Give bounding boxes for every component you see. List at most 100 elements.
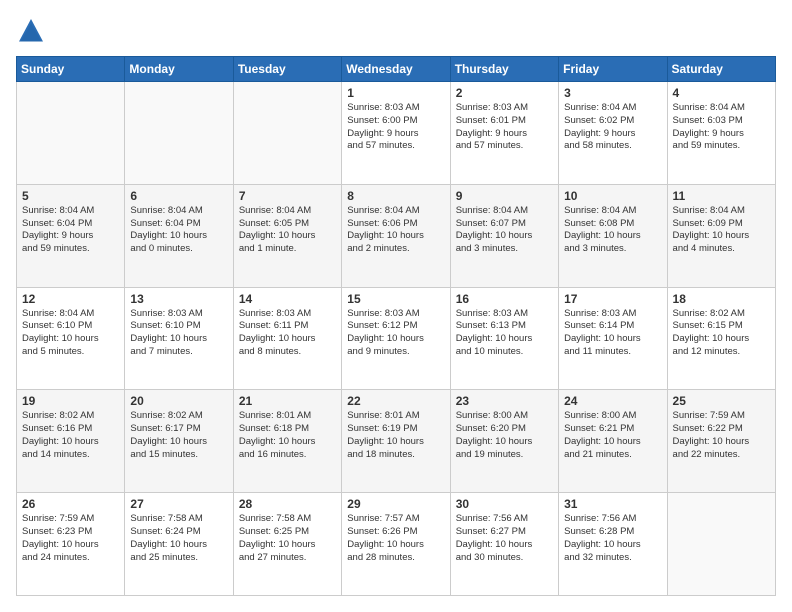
week-row-2: 5 Sunrise: 8:04 AM Sunset: 6:04 PM Daylig… [17,184,776,287]
day-info: Sunrise: 8:04 AM Sunset: 6:06 PM Dayligh… [347,205,444,256]
day-number: 26 [22,497,119,511]
day-cell: 4 Sunrise: 8:04 AM Sunset: 6:03 PM Daylig… [667,82,775,185]
day-info: Sunrise: 7:56 AM Sunset: 6:28 PM Dayligh… [564,513,661,564]
day-number: 5 [22,189,119,203]
day-cell: 2 Sunrise: 8:03 AM Sunset: 6:01 PM Daylig… [450,82,558,185]
day-info: Sunrise: 8:04 AM Sunset: 6:09 PM Dayligh… [673,205,770,256]
day-number: 16 [456,292,553,306]
day-info: Sunrise: 8:04 AM Sunset: 6:04 PM Dayligh… [130,205,227,256]
day-cell: 22 Sunrise: 8:01 AM Sunset: 6:19 PM Dayli… [342,390,450,493]
day-cell [17,82,125,185]
weekday-header-friday: Friday [559,57,667,82]
day-info: Sunrise: 8:03 AM Sunset: 6:11 PM Dayligh… [239,308,336,359]
day-cell: 25Sunrise: 7:59 AM Sunset: 6:22 PM Dayli… [667,390,775,493]
day-cell: 28 Sunrise: 7:58 AM Sunset: 6:25 PM Dayli… [233,493,341,596]
day-info: Sunrise: 8:03 AM Sunset: 6:12 PM Dayligh… [347,308,444,359]
day-number: 30 [456,497,553,511]
week-row-1: 1Sunrise: 8:03 AM Sunset: 6:00 PM Daylig… [17,82,776,185]
day-cell: 27 Sunrise: 7:58 AM Sunset: 6:24 PM Dayli… [125,493,233,596]
day-number: 17 [564,292,661,306]
day-cell [233,82,341,185]
day-number: 3 [564,86,661,100]
day-number: 23 [456,394,553,408]
page: SundayMondayTuesdayWednesdayThursdayFrid… [0,0,792,612]
day-info: Sunrise: 8:03 AM Sunset: 6:00 PM Dayligh… [347,102,444,153]
day-info: Sunrise: 8:04 AM Sunset: 6:05 PM Dayligh… [239,205,336,256]
day-cell: 21Sunrise: 8:01 AM Sunset: 6:18 PM Dayli… [233,390,341,493]
day-info: Sunrise: 8:00 AM Sunset: 6:20 PM Dayligh… [456,410,553,461]
day-cell: 15 Sunrise: 8:03 AM Sunset: 6:12 PM Dayli… [342,287,450,390]
day-info: Sunrise: 8:03 AM Sunset: 6:10 PM Dayligh… [130,308,227,359]
day-cell [667,493,775,596]
day-cell: 16 Sunrise: 8:03 AM Sunset: 6:13 PM Dayli… [450,287,558,390]
weekday-header-saturday: Saturday [667,57,775,82]
day-info: Sunrise: 8:03 AM Sunset: 6:13 PM Dayligh… [456,308,553,359]
day-info: Sunrise: 8:04 AM Sunset: 6:07 PM Dayligh… [456,205,553,256]
day-number: 14 [239,292,336,306]
day-number: 2 [456,86,553,100]
day-number: 15 [347,292,444,306]
day-cell: 5Sunrise: 8:04 AM Sunset: 6:04 PM Daylig… [17,184,125,287]
day-info: Sunrise: 8:00 AM Sunset: 6:21 PM Dayligh… [564,410,661,461]
day-cell: 20 Sunrise: 8:02 AM Sunset: 6:17 PM Dayli… [125,390,233,493]
weekday-header-wednesday: Wednesday [342,57,450,82]
weekday-header-thursday: Thursday [450,57,558,82]
day-cell: 9Sunrise: 8:04 AM Sunset: 6:07 PM Daylig… [450,184,558,287]
day-number: 6 [130,189,227,203]
day-info: Sunrise: 8:03 AM Sunset: 6:01 PM Dayligh… [456,102,553,153]
day-cell: 13Sunrise: 8:03 AM Sunset: 6:10 PM Dayli… [125,287,233,390]
day-info: Sunrise: 8:03 AM Sunset: 6:14 PM Dayligh… [564,308,661,359]
day-cell: 29Sunrise: 7:57 AM Sunset: 6:26 PM Dayli… [342,493,450,596]
day-info: Sunrise: 7:58 AM Sunset: 6:25 PM Dayligh… [239,513,336,564]
day-info: Sunrise: 8:02 AM Sunset: 6:15 PM Dayligh… [673,308,770,359]
day-info: Sunrise: 8:04 AM Sunset: 6:10 PM Dayligh… [22,308,119,359]
week-row-5: 26 Sunrise: 7:59 AM Sunset: 6:23 PM Dayli… [17,493,776,596]
week-row-3: 12 Sunrise: 8:04 AM Sunset: 6:10 PM Dayli… [17,287,776,390]
day-cell: 30 Sunrise: 7:56 AM Sunset: 6:27 PM Dayli… [450,493,558,596]
day-number: 25 [673,394,770,408]
day-number: 21 [239,394,336,408]
day-number: 10 [564,189,661,203]
day-cell: 17 Sunrise: 8:03 AM Sunset: 6:14 PM Dayli… [559,287,667,390]
day-info: Sunrise: 7:58 AM Sunset: 6:24 PM Dayligh… [130,513,227,564]
day-cell [125,82,233,185]
day-number: 29 [347,497,444,511]
day-number: 28 [239,497,336,511]
weekday-header-tuesday: Tuesday [233,57,341,82]
day-cell: 19Sunrise: 8:02 AM Sunset: 6:16 PM Dayli… [17,390,125,493]
day-cell: 10 Sunrise: 8:04 AM Sunset: 6:08 PM Dayli… [559,184,667,287]
day-cell: 7Sunrise: 8:04 AM Sunset: 6:05 PM Daylig… [233,184,341,287]
day-cell: 8 Sunrise: 8:04 AM Sunset: 6:06 PM Daylig… [342,184,450,287]
day-cell: 24Sunrise: 8:00 AM Sunset: 6:21 PM Dayli… [559,390,667,493]
day-info: Sunrise: 7:56 AM Sunset: 6:27 PM Dayligh… [456,513,553,564]
weekday-header-row: SundayMondayTuesdayWednesdayThursdayFrid… [17,57,776,82]
day-info: Sunrise: 8:02 AM Sunset: 6:17 PM Dayligh… [130,410,227,461]
day-info: Sunrise: 8:02 AM Sunset: 6:16 PM Dayligh… [22,410,119,461]
week-row-4: 19Sunrise: 8:02 AM Sunset: 6:16 PM Dayli… [17,390,776,493]
day-info: Sunrise: 8:04 AM Sunset: 6:03 PM Dayligh… [673,102,770,153]
day-cell: 12 Sunrise: 8:04 AM Sunset: 6:10 PM Dayli… [17,287,125,390]
calendar-table: SundayMondayTuesdayWednesdayThursdayFrid… [16,56,776,596]
day-cell: 18 Sunrise: 8:02 AM Sunset: 6:15 PM Dayli… [667,287,775,390]
day-cell: 26 Sunrise: 7:59 AM Sunset: 6:23 PM Dayli… [17,493,125,596]
day-cell: 3 Sunrise: 8:04 AM Sunset: 6:02 PM Daylig… [559,82,667,185]
weekday-header-sunday: Sunday [17,57,125,82]
day-number: 12 [22,292,119,306]
day-number: 27 [130,497,227,511]
day-info: Sunrise: 8:01 AM Sunset: 6:19 PM Dayligh… [347,410,444,461]
day-number: 22 [347,394,444,408]
day-number: 20 [130,394,227,408]
general-blue-logo-icon [16,16,46,46]
day-cell: 31 Sunrise: 7:56 AM Sunset: 6:28 PM Dayli… [559,493,667,596]
day-number: 31 [564,497,661,511]
day-number: 11 [673,189,770,203]
day-cell: 23 Sunrise: 8:00 AM Sunset: 6:20 PM Dayli… [450,390,558,493]
weekday-header-monday: Monday [125,57,233,82]
day-info: Sunrise: 8:04 AM Sunset: 6:02 PM Dayligh… [564,102,661,153]
day-cell: 6 Sunrise: 8:04 AM Sunset: 6:04 PM Daylig… [125,184,233,287]
day-number: 4 [673,86,770,100]
day-info: Sunrise: 8:04 AM Sunset: 6:08 PM Dayligh… [564,205,661,256]
day-number: 18 [673,292,770,306]
day-number: 8 [347,189,444,203]
day-info: Sunrise: 7:59 AM Sunset: 6:23 PM Dayligh… [22,513,119,564]
